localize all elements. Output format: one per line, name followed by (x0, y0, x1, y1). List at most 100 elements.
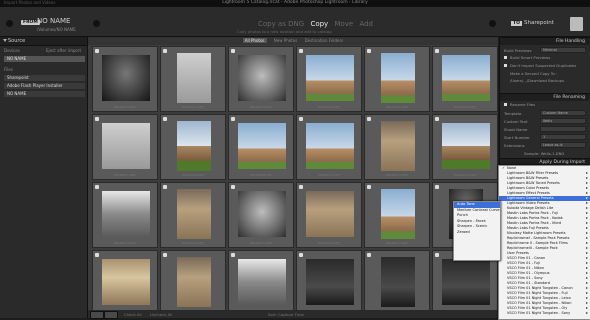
destination-name[interactable]: Sharepoint (524, 20, 554, 26)
eject-checkbox-label[interactable]: Eject after import (46, 48, 81, 53)
preset-menu-label: Lightroom Effect Presets (507, 191, 550, 195)
include-checkbox[interactable] (231, 253, 235, 257)
preset-menu-item[interactable]: VSCO Film 01 Night Tungsten - Sony (499, 311, 590, 316)
preset-menu-label: VSCO Film 01 - Standard (507, 281, 551, 285)
photo-thumbnail[interactable]: P9040014.ORF (160, 182, 226, 248)
photo-thumbnail[interactable]: P9040004.ORF (296, 46, 362, 112)
start-number-input[interactable]: 1 (540, 134, 586, 140)
include-checkbox[interactable] (367, 185, 371, 189)
photo-image (381, 53, 415, 103)
second-copy-path[interactable]: /Users/.../Download Backups (510, 78, 564, 83)
preset-menu-label: Nicolesy Matte Lightroom Presets (507, 231, 566, 235)
include-checkbox[interactable] (95, 49, 99, 53)
source-path: /Volumes/NO NAME (37, 27, 76, 32)
file-handling-header[interactable]: File Handling (500, 37, 590, 45)
to-badge: TO (511, 21, 522, 26)
submenu-arrow-icon (586, 247, 588, 249)
preset-menu-label: ReplichromeIII - Sample Pack (507, 246, 558, 250)
preset-menu-label: Kubota Vintage Delish Lite (507, 206, 554, 210)
rename-files-checkbox[interactable] (504, 103, 507, 106)
extensions-select[interactable]: Leave as-is (540, 142, 586, 148)
preset-menu-label: VSCO Film 01 - Canon (507, 256, 546, 260)
include-checkbox[interactable] (163, 185, 167, 189)
sort-label[interactable]: Sort: Capture Time (268, 312, 304, 317)
template-select[interactable]: Custom Name (540, 110, 586, 116)
device-item[interactable]: NO NAME (4, 56, 85, 62)
photo-thumbnail[interactable]: P9040007.ORF (92, 114, 158, 180)
mode-move[interactable]: Move (334, 20, 353, 28)
smart-previews-checkbox[interactable] (504, 56, 507, 59)
include-checkbox[interactable] (367, 49, 371, 53)
photo-thumbnail[interactable]: P9040005.ORF (364, 46, 430, 112)
include-checkbox[interactable] (231, 185, 235, 189)
source-panel-header[interactable]: Source (0, 37, 87, 46)
photo-caption: P9040009.ORF (249, 173, 273, 177)
file-item-noname[interactable]: NO NAME (4, 91, 85, 97)
include-checkbox[interactable] (299, 117, 303, 121)
photo-caption: P9040008.ORF (181, 173, 205, 177)
include-checkbox[interactable] (95, 185, 99, 189)
photo-image (238, 55, 286, 101)
photo-thumbnail[interactable]: P9040021.ORF (228, 250, 294, 316)
photo-thumbnail[interactable]: P9040009.ORF (228, 114, 294, 180)
include-checkbox[interactable] (299, 185, 303, 189)
shoot-name-input[interactable] (540, 126, 586, 132)
photo-caption: P9040012.ORF (453, 173, 477, 177)
photo-thumbnail[interactable]: P9040010.ORF (296, 114, 362, 180)
submenu-item[interactable]: Zeroed (454, 230, 500, 236)
mode-add[interactable]: Add (359, 20, 373, 28)
include-checkbox[interactable] (367, 253, 371, 257)
photo-thumbnail[interactable]: P9040022.ORF (296, 250, 362, 316)
filter-all-photos[interactable]: All Photos (242, 38, 267, 43)
include-checkbox[interactable] (231, 117, 235, 121)
dont-import-label: Don't Import Suspected Duplicates (510, 63, 577, 68)
photo-thumbnail[interactable]: P9040001.ORF (92, 46, 158, 112)
arrow-right-icon (93, 20, 100, 27)
include-checkbox[interactable] (95, 117, 99, 121)
include-checkbox[interactable] (163, 117, 167, 121)
mode-copy[interactable]: Copy (310, 20, 328, 28)
photo-thumbnail[interactable]: P9040006.ORF (432, 46, 498, 112)
include-checkbox[interactable] (231, 49, 235, 53)
photo-thumbnail[interactable]: P9040003.ORF (228, 46, 294, 112)
file-item-sharepoint[interactable]: Sharepoint (4, 75, 85, 81)
include-checkbox[interactable] (163, 49, 167, 53)
file-renaming-header[interactable]: File Renaming (500, 93, 590, 101)
photo-thumbnail[interactable]: P9040015.ORF (228, 182, 294, 248)
photo-thumbnail[interactable]: P9040023.ORF (364, 250, 430, 316)
include-checkbox[interactable] (163, 253, 167, 257)
photo-thumbnail[interactable]: P9040017.ORF (364, 182, 430, 248)
photo-thumbnail[interactable]: P9040016.ORF (296, 182, 362, 248)
build-previews-select[interactable]: Minimal (540, 47, 586, 53)
check-all-button[interactable]: Check All (124, 312, 142, 317)
submenu-arrow-icon (586, 222, 588, 224)
dont-import-checkbox[interactable] (504, 64, 507, 67)
include-checkbox[interactable] (367, 117, 371, 121)
submenu-arrow-icon (586, 182, 588, 184)
photo-thumbnail[interactable]: P9040020.ORF (160, 250, 226, 316)
include-checkbox[interactable] (435, 253, 439, 257)
filter-destination-folders[interactable]: Destination Folders (305, 38, 344, 43)
submenu-arrow-icon (586, 212, 588, 214)
filter-new-photos[interactable]: New Photos (274, 38, 298, 43)
photo-thumbnail[interactable]: P9040008.ORF (160, 114, 226, 180)
include-checkbox[interactable] (435, 185, 439, 189)
include-checkbox[interactable] (299, 253, 303, 257)
photo-thumbnail[interactable]: P9040012.ORF (432, 114, 498, 180)
mode-copy-as-dng[interactable]: Copy as DNG (258, 20, 304, 28)
uncheck-all-button[interactable]: Uncheck All (150, 312, 172, 317)
submenu-arrow-icon (586, 197, 588, 199)
include-checkbox[interactable] (95, 253, 99, 257)
back-arrow-icon[interactable] (6, 20, 13, 27)
photo-image (102, 55, 150, 101)
photo-thumbnail[interactable]: P9040019.ORF (92, 250, 158, 316)
include-checkbox[interactable] (435, 117, 439, 121)
file-item-flash[interactable]: Adobe Flash Player Installer (4, 83, 85, 89)
photo-thumbnail[interactable]: P9040011.ORF (364, 114, 430, 180)
custom-text-input[interactable]: Wells (540, 118, 586, 124)
source-name[interactable]: NO NAME (37, 17, 70, 25)
include-checkbox[interactable] (299, 49, 303, 53)
photo-thumbnail[interactable]: P9040013.ORF (92, 182, 158, 248)
include-checkbox[interactable] (435, 49, 439, 53)
photo-thumbnail[interactable]: P9040002.ORF (160, 46, 226, 112)
